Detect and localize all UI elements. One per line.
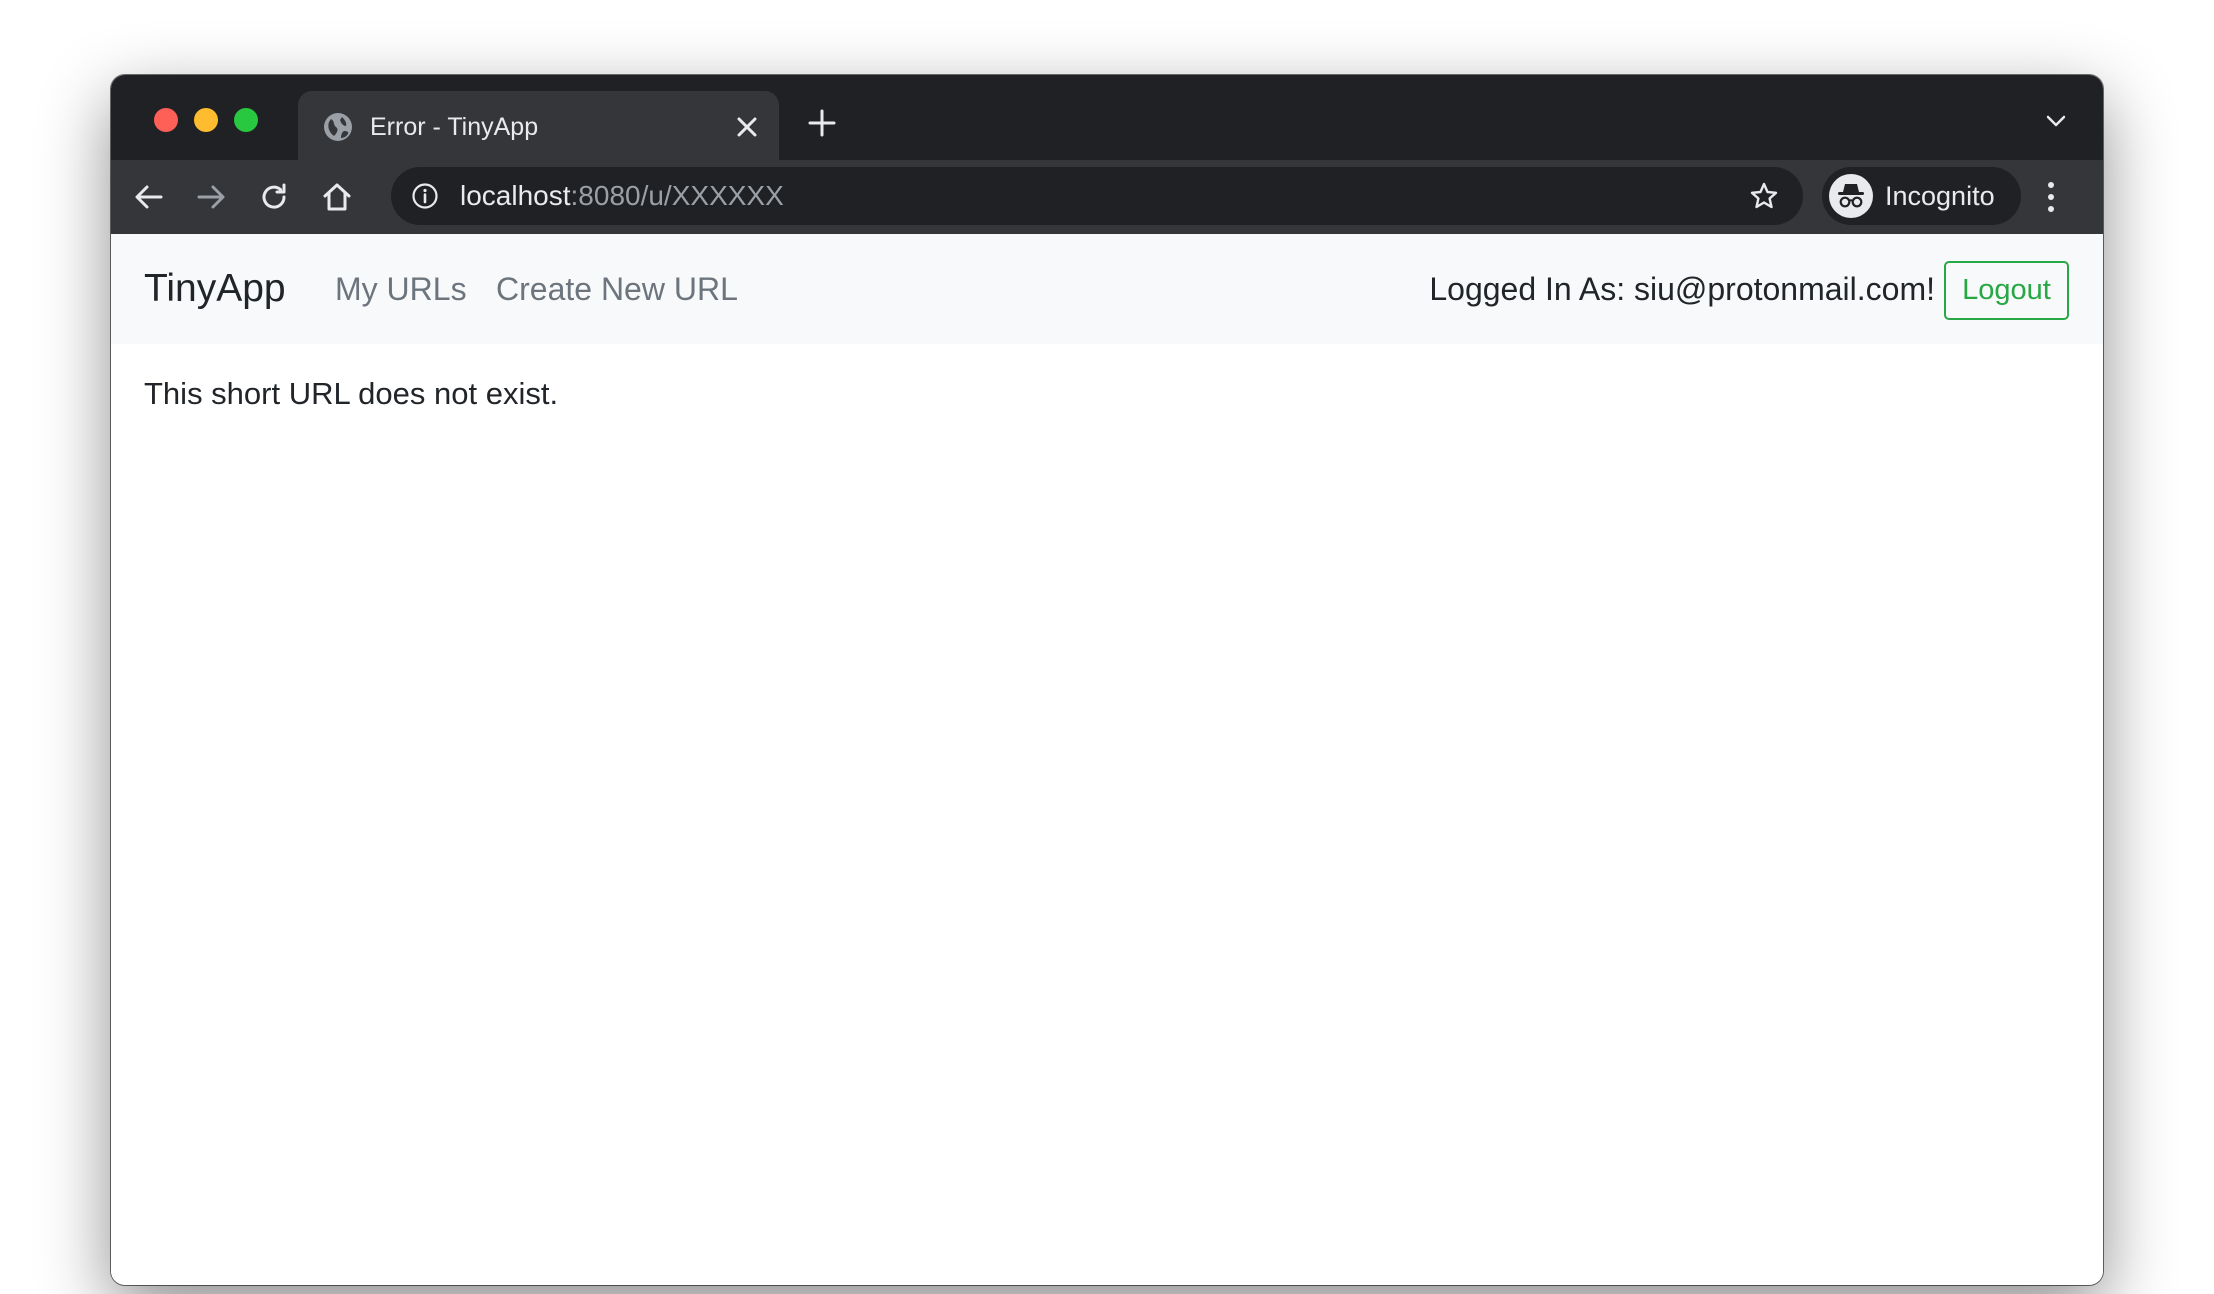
- tab-strip: Error - TinyApp: [111, 75, 2103, 160]
- minimize-window-button[interactable]: [194, 108, 218, 132]
- close-window-button[interactable]: [154, 108, 178, 132]
- error-message: This short URL does not exist.: [144, 376, 559, 411]
- browser-toolbar: localhost:8080/u/XXXXXX Incognito: [111, 160, 2103, 234]
- nav-link-create-new-url[interactable]: Create New URL: [496, 268, 738, 310]
- address-bar[interactable]: localhost:8080/u/XXXXXX: [391, 167, 1803, 225]
- info-icon[interactable]: [411, 182, 439, 210]
- chevron-down-icon[interactable]: [2044, 111, 2068, 131]
- incognito-icon: [1829, 174, 1873, 218]
- tab-title: Error - TinyApp: [370, 113, 539, 141]
- more-vertical-icon[interactable]: [2043, 180, 2059, 214]
- bookmark-star-icon[interactable]: [1749, 181, 1779, 211]
- reload-icon[interactable]: [256, 179, 292, 215]
- nav-link-my-urls[interactable]: My URLs: [335, 268, 467, 310]
- profile-label: Incognito: [1885, 181, 1995, 211]
- navbar: TinyApp My URLs Create New URL Logged In…: [111, 234, 2103, 344]
- logout-button[interactable]: Logout: [1944, 261, 2069, 320]
- url-host: localhost: [460, 180, 571, 211]
- maximize-window-button[interactable]: [234, 108, 258, 132]
- browser-window: Error - TinyApp localhost:8080/u/XXXXXX …: [111, 75, 2103, 1285]
- incognito-profile-button[interactable]: Incognito: [1822, 167, 2021, 225]
- browser-tab[interactable]: Error - TinyApp: [298, 91, 779, 160]
- forward-arrow-icon[interactable]: [193, 179, 229, 215]
- close-tab-icon[interactable]: [735, 115, 759, 139]
- home-icon[interactable]: [319, 179, 355, 215]
- url-text: localhost:8080/u/XXXXXX: [460, 178, 784, 214]
- new-tab-icon[interactable]: [807, 108, 837, 138]
- login-status: Logged In As: siu@protonmail.com!: [1429, 271, 1935, 307]
- globe-icon: [322, 111, 354, 143]
- url-path: :8080/u/XXXXXX: [570, 180, 784, 211]
- page-content: TinyApp My URLs Create New URL Logged In…: [111, 234, 2103, 1285]
- brand-link[interactable]: TinyApp: [144, 264, 286, 314]
- back-arrow-icon[interactable]: [131, 179, 167, 215]
